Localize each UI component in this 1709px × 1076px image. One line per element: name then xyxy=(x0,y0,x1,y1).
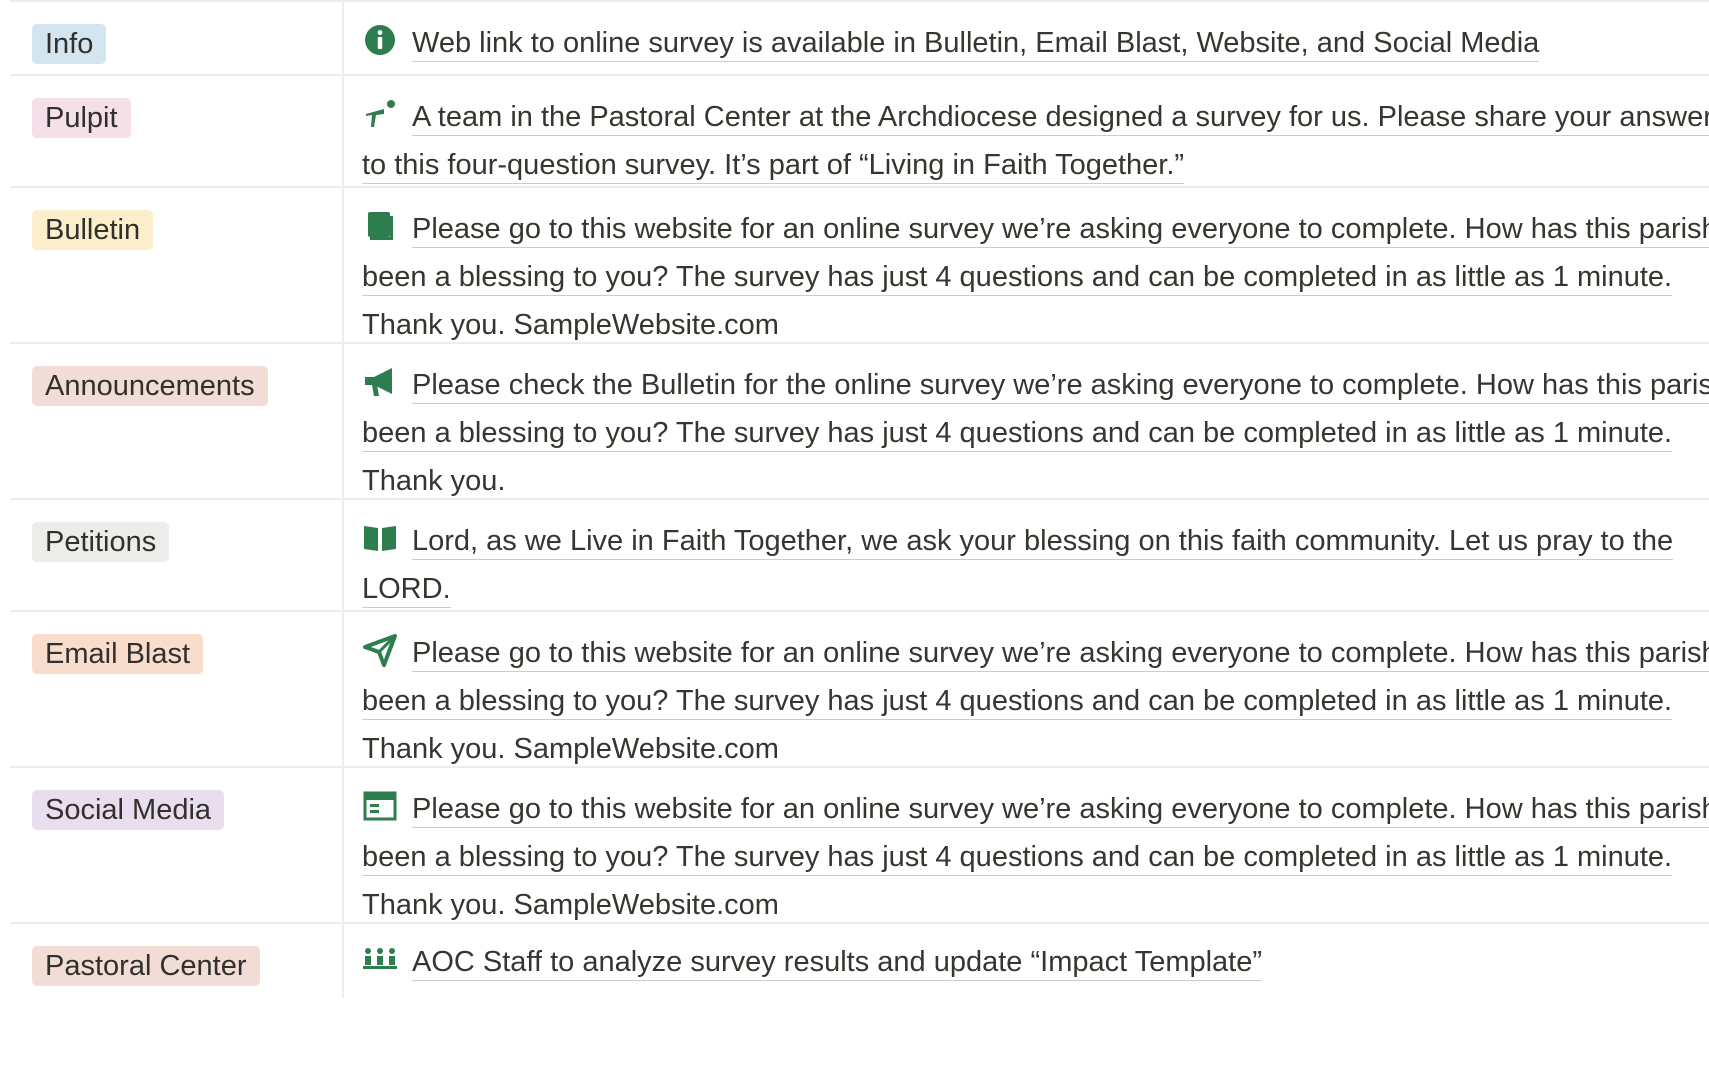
channel-tag-bulletin[interactable]: Bulletin xyxy=(32,210,154,250)
table-row: Email Blast Please go to this website fo… xyxy=(10,610,1709,766)
channel-cell[interactable]: Announcements xyxy=(10,344,344,498)
channel-cell[interactable]: Email Blast xyxy=(10,612,344,766)
channel-tag-social-media[interactable]: Social Media xyxy=(32,790,225,830)
message-text: Please go to this website for an online … xyxy=(362,793,1709,922)
message-cell[interactable]: AOC Staff to analyze survey results and … xyxy=(344,924,1709,998)
pulpit-icon xyxy=(362,96,398,132)
message-text: A team in the Pastoral Center at the Arc… xyxy=(362,101,1709,184)
info-icon xyxy=(362,22,398,58)
table-row: Info Web link to online survey is availa… xyxy=(10,0,1709,74)
megaphone-icon xyxy=(362,364,398,400)
channel-tag-info[interactable]: Info xyxy=(32,24,107,64)
message-text: AOC Staff to analyze survey results and … xyxy=(412,946,1263,981)
table-row: Announcements Please check the Bulletin … xyxy=(10,342,1709,498)
channel-cell[interactable]: Pastoral Center xyxy=(10,924,344,998)
channel-cell[interactable]: Info xyxy=(10,2,344,74)
channel-tag-announcements[interactable]: Announcements xyxy=(32,366,268,406)
table-row: Pastoral Center AOC Staff to analyze sur… xyxy=(10,922,1709,998)
channel-cell[interactable]: Social Media xyxy=(10,768,344,922)
message-cell[interactable]: Please go to this website for an online … xyxy=(344,612,1709,766)
channel-tag-pastoral-center[interactable]: Pastoral Center xyxy=(32,946,260,986)
message-cell[interactable]: Lord, as we Live in Faith Together, we a… xyxy=(344,500,1709,610)
channel-cell[interactable]: Petitions xyxy=(10,500,344,610)
book-icon xyxy=(362,208,398,244)
message-text: Lord, as we Live in Faith Together, we a… xyxy=(362,525,1674,608)
message-text: Web link to online survey is available i… xyxy=(412,27,1540,62)
message-text: Please go to this website for an online … xyxy=(362,213,1709,342)
send-icon xyxy=(362,632,398,668)
channel-cell[interactable]: Bulletin xyxy=(10,188,344,342)
message-cell[interactable]: Web link to online survey is available i… xyxy=(344,2,1709,74)
message-cell[interactable]: A team in the Pastoral Center at the Arc… xyxy=(344,76,1709,186)
message-text: Please check the Bulletin for the online… xyxy=(362,369,1709,498)
message-cell[interactable]: Please check the Bulletin for the online… xyxy=(344,344,1709,498)
table-row: Bulletin Please go to this website for a… xyxy=(10,186,1709,342)
channel-tag-email-blast[interactable]: Email Blast xyxy=(32,634,204,674)
open-book-icon xyxy=(362,520,398,556)
message-cell[interactable]: Please go to this website for an online … xyxy=(344,768,1709,922)
table-row: Petitions Lord, as we Live in Faith Toge… xyxy=(10,498,1709,610)
message-cell[interactable]: Please go to this website for an online … xyxy=(344,188,1709,342)
channel-cell[interactable]: Pulpit xyxy=(10,76,344,186)
browser-window-icon xyxy=(362,788,398,824)
channel-tag-petitions[interactable]: Petitions xyxy=(32,522,170,562)
table-row: Pulpit A team in the Pastoral Center at … xyxy=(10,74,1709,186)
message-text: Please go to this website for an online … xyxy=(362,637,1709,766)
survey-communication-table: Info Web link to online survey is availa… xyxy=(10,0,1709,998)
team-icon xyxy=(362,941,398,977)
table-row: Social Media Please go to this website f… xyxy=(10,766,1709,922)
channel-tag-pulpit[interactable]: Pulpit xyxy=(32,98,131,138)
